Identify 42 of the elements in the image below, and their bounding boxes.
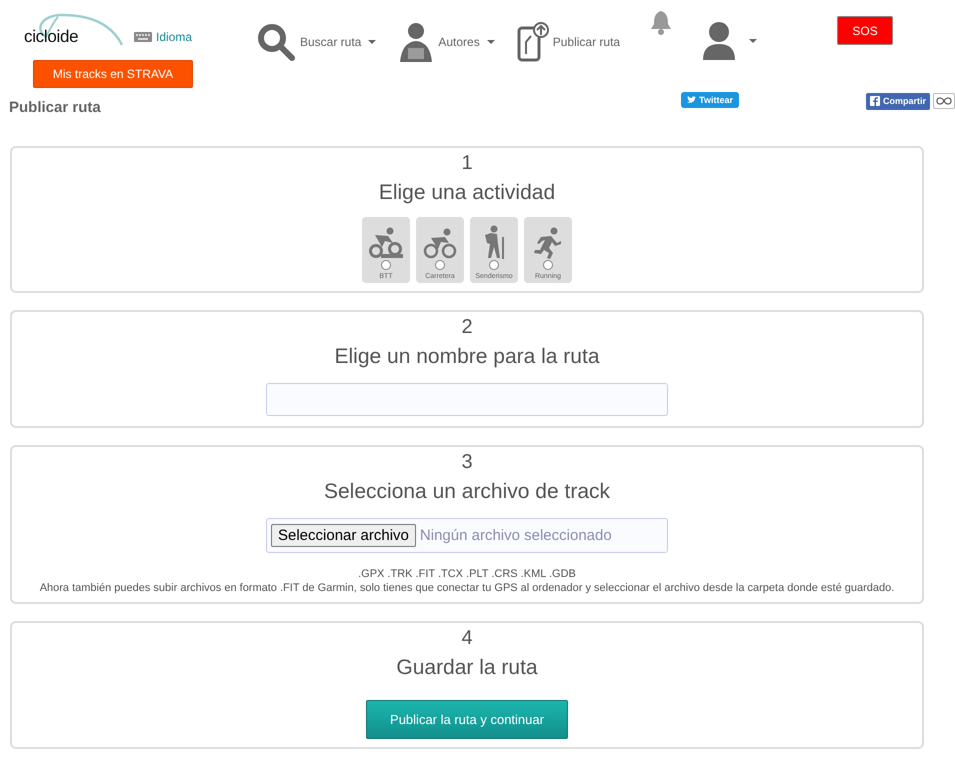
user-avatar-icon[interactable] bbox=[702, 22, 736, 60]
note-text: Ahora también puedes subir archivos en formato .FIT de Garmin, solo tienes que conectar tu GPS al ordenador y seleccionar el archivo desde la carpeta donde esté guardado. bbox=[40, 582, 894, 594]
page-title: Publicar ruta bbox=[9, 98, 102, 116]
nav-link[interactable]: Autores bbox=[398, 22, 495, 62]
radio-button[interactable] bbox=[381, 260, 391, 270]
radio-button[interactable] bbox=[543, 260, 553, 270]
step-title: Elige un nombre para la ruta bbox=[334, 345, 600, 369]
sos-button[interactable]: SOS bbox=[837, 16, 894, 45]
search-icon bbox=[256, 22, 296, 62]
radio-button[interactable] bbox=[435, 260, 445, 270]
logo[interactable]: cicloide bbox=[24, 13, 124, 47]
infinity-icon bbox=[933, 93, 955, 109]
caret-icon[interactable] bbox=[749, 39, 758, 43]
radio-button[interactable] bbox=[489, 260, 499, 270]
step-title: Guardar la ruta bbox=[396, 656, 538, 680]
bird-icon bbox=[687, 96, 696, 104]
bell-icon[interactable] bbox=[650, 10, 672, 36]
step-title: Elige una actividad bbox=[378, 181, 556, 205]
road-cyclist-icon bbox=[423, 227, 457, 259]
person-laptop-icon bbox=[398, 22, 434, 62]
step-number: 1 bbox=[461, 152, 473, 175]
phone-upload-icon bbox=[516, 22, 549, 62]
step-number: 4 bbox=[461, 627, 473, 650]
step-number: 2 bbox=[461, 316, 473, 339]
step-title: Selecciona un archivo de track bbox=[324, 480, 610, 504]
choose-file-button[interactable]: Seleccionar archivo bbox=[271, 524, 416, 547]
keyboard-icon bbox=[134, 32, 152, 42]
strava-button[interactable]: Mis tracks en STRAVA bbox=[33, 60, 193, 88]
route-name-field[interactable] bbox=[266, 383, 668, 416]
nav-link[interactable]: Publicar ruta bbox=[516, 22, 620, 62]
formats-text: .GPX .TRK .FIT .TCX .PLT .CRS .KML .GDB bbox=[358, 568, 576, 580]
language-link[interactable]: Idioma bbox=[134, 30, 192, 44]
mountain-bike-icon bbox=[369, 227, 403, 259]
facebook-icon bbox=[870, 96, 880, 106]
tweet-button[interactable]: Twittear bbox=[681, 92, 739, 108]
facebook-share-button[interactable]: Compartir bbox=[866, 92, 930, 110]
nav-link[interactable]: Buscar ruta bbox=[256, 22, 376, 62]
file-status: Ningún archivo seleccionado bbox=[420, 527, 612, 544]
publish-button[interactable]: Publicar la ruta y continuar bbox=[366, 700, 568, 739]
runner-icon bbox=[533, 227, 563, 259]
step-number: 3 bbox=[461, 451, 473, 474]
file-field[interactable]: Seleccionar archivo Ningún archivo seleccionado bbox=[266, 518, 668, 553]
